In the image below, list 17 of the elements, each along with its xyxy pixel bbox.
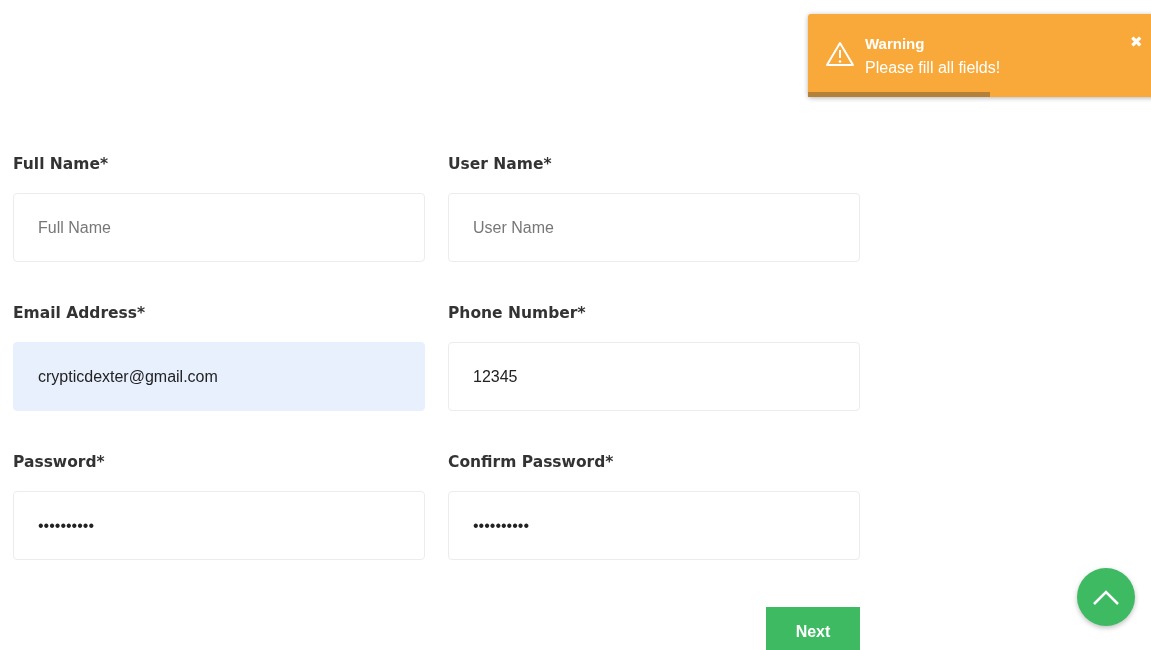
field-label: User Name* [448,154,553,175]
field-label: Full Name* [13,154,110,175]
scroll-top-button[interactable] [1077,568,1135,626]
field-label: Password* [13,452,106,473]
chevron-up-icon [1093,589,1119,605]
field-label: Phone Number* [448,303,587,324]
toast-message: Please fill all fields! [865,59,1001,77]
input-field[interactable]: crypticdexter@gmail.com [13,342,425,411]
input-field[interactable]: User Name [448,193,860,262]
input-field[interactable]: •••••••••• [13,491,425,560]
input-field[interactable]: 12345 [448,342,860,411]
input-field[interactable]: •••••••••• [448,491,860,560]
toast-title: Warning [865,35,925,52]
warning-icon [825,41,855,67]
input-field[interactable]: Full Name [13,193,425,262]
field-label: Email Address* [13,303,147,324]
field-label: Confirm Password* [448,452,615,473]
